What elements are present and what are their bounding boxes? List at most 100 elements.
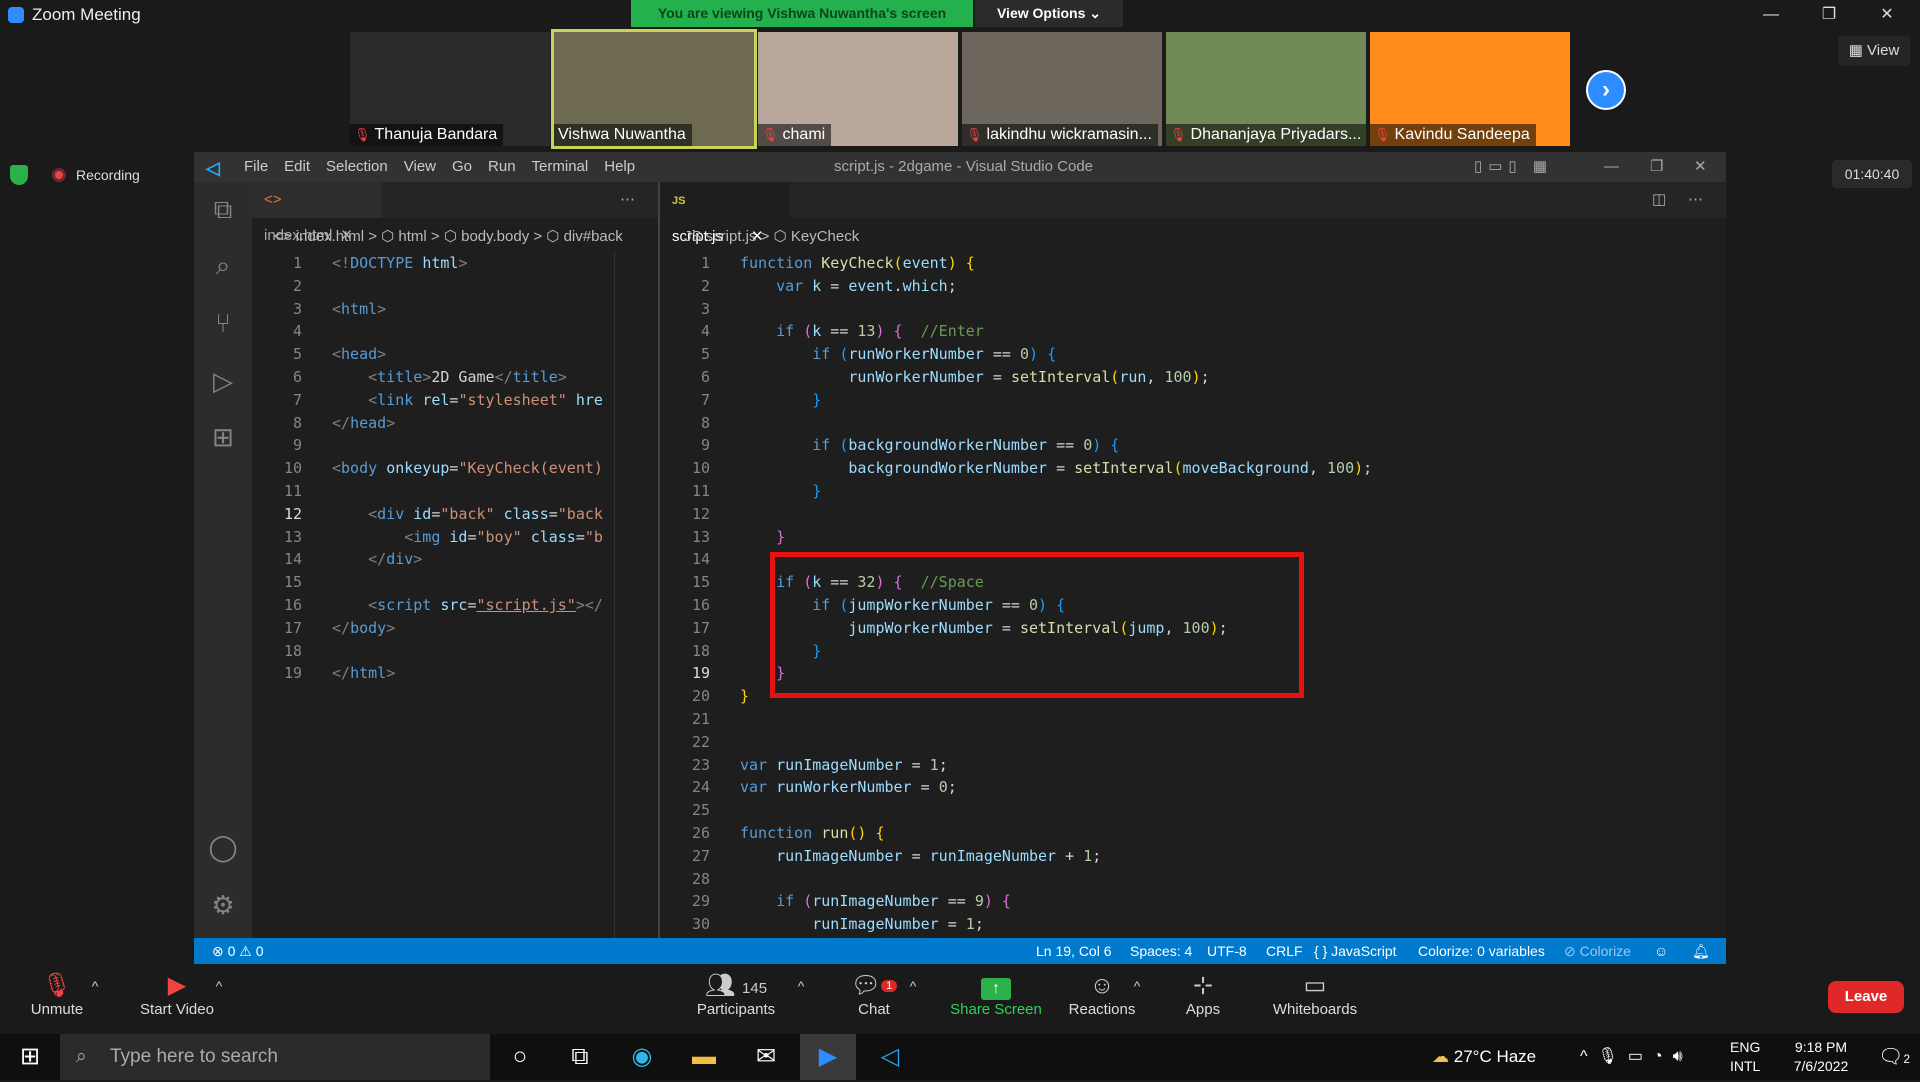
file-explorer-icon[interactable]: ▬ [676, 1034, 732, 1080]
unmute-button[interactable]: 🎙︎ Unmute [22, 971, 92, 1018]
menu-file[interactable]: File [244, 152, 268, 182]
leave-button[interactable]: Leave [1828, 981, 1904, 1013]
search-icon[interactable]: ⌕ [206, 248, 240, 282]
weather-widget[interactable]: ☁︎ 27°C Haze [1432, 1034, 1536, 1080]
code-line[interactable]: <title>2D Game</title> [332, 368, 567, 386]
layout-icons[interactable]: ▯▭▯ ▦ [1474, 152, 1553, 182]
tab-index-html[interactable]: <> index.html ✕ [252, 182, 382, 244]
participants-button[interactable]: 👥︎ 145 Participants [690, 971, 782, 1018]
mail-icon[interactable]: ✉ [738, 1034, 794, 1080]
notifications-bell-icon[interactable]: 🔔︎ [1692, 938, 1710, 964]
participant-tile[interactable]: 🎙︎ Thanuja Bandara [350, 32, 550, 146]
line-ending[interactable]: CRLF [1266, 938, 1303, 964]
code-line[interactable]: </head> [332, 414, 395, 432]
participant-tile[interactable]: 🎙︎ chami [758, 32, 958, 146]
view-options-button[interactable]: View Options ⌄ [975, 0, 1123, 27]
code-line[interactable]: <div id="back" class="back [332, 505, 603, 523]
code-line[interactable]: if (runWorkerNumber == 0) { [740, 345, 1056, 363]
code-line[interactable]: var runWorkerNumber = 0; [740, 778, 957, 796]
restore-icon[interactable]: ❐ [1804, 0, 1854, 30]
split-editor-icon[interactable]: ◫ [1640, 182, 1678, 218]
notification-center-icon[interactable]: 🗨︎2 [1866, 1034, 1920, 1080]
chat-button[interactable]: 💬︎ 1 Chat [850, 971, 898, 1018]
menu-help[interactable]: Help [604, 152, 635, 182]
code-line[interactable]: } [740, 482, 821, 500]
close-icon[interactable]: ✕ [1862, 0, 1912, 30]
code-line[interactable]: backgroundWorkerNumber = setInterval(mov… [740, 459, 1372, 477]
right-breadcrumb[interactable]: JS script.js > ⬡ KeyCheck [684, 224, 1284, 250]
apps-button[interactable]: ⊹ Apps [1180, 971, 1226, 1018]
code-line[interactable]: </html> [332, 664, 395, 682]
system-tray-icons[interactable]: ^🎙︎▭◔🔊︎ [1580, 1034, 1693, 1080]
code-line[interactable]: <link rel="stylesheet" hre [332, 391, 603, 409]
taskbar-search-box[interactable]: ⌕ Type here to search [60, 1034, 490, 1080]
participant-tile[interactable]: 🎙︎ Kavindu Sandeepa [1370, 32, 1570, 146]
more-actions-icon[interactable]: ⋯ [1676, 182, 1715, 218]
code-line[interactable]: runImageNumber = runImageNumber + 1; [740, 847, 1101, 865]
start-video-button[interactable]: ▶︎ Start Video [132, 971, 222, 1018]
vscode-max-icon[interactable]: ❐ [1650, 152, 1663, 182]
code-line[interactable]: } [740, 391, 821, 409]
participant-tile[interactable]: Vishwa Nuwantha [551, 29, 757, 149]
code-line[interactable]: var k = event.which; [740, 277, 957, 295]
cortana-icon[interactable]: ○ [492, 1034, 548, 1080]
vscode-min-icon[interactable]: — [1604, 152, 1619, 182]
language-mode[interactable]: { } JavaScript [1314, 938, 1397, 964]
view-button[interactable]: ▦ View [1838, 36, 1910, 66]
code-line[interactable]: <!DOCTYPE html> [332, 254, 467, 272]
colorize-variables[interactable]: Colorize: 0 variables [1418, 938, 1545, 964]
minimize-icon[interactable]: — [1746, 0, 1796, 30]
indent-spaces[interactable]: Spaces: 4 [1130, 938, 1192, 964]
participant-tile[interactable]: 🎙︎ Dhananjaya Priyadars... [1166, 32, 1366, 146]
input-language[interactable]: ENG INTL [1730, 1038, 1760, 1076]
menu-edit[interactable]: Edit [284, 152, 310, 182]
colorize-toggle[interactable]: ⊘ Colorize [1564, 938, 1631, 964]
share-screen-button[interactable]: ↑ Share Screen [944, 971, 1048, 1018]
participant-tile[interactable]: 🎙︎ lakindhu wickramasin... [962, 32, 1162, 146]
problems-indicator[interactable]: ⊗ 0 ⚠ 0 [212, 938, 264, 964]
reactions-button[interactable]: ☺ Reactions [1066, 971, 1138, 1018]
windows-start-icon[interactable]: ⊞ [2, 1034, 58, 1080]
code-line[interactable]: <html> [332, 300, 386, 318]
extensions-icon[interactable]: ⊞ [206, 420, 240, 454]
audio-options-caret-icon[interactable]: ^ [88, 971, 102, 1001]
video-options-caret-icon[interactable]: ^ [212, 971, 226, 1001]
account-icon[interactable]: ◯ [206, 830, 240, 864]
vscode-close-icon[interactable]: ✕ [1694, 152, 1707, 182]
code-line[interactable]: if (k == 13) { //Enter [740, 322, 984, 340]
code-line[interactable]: <body onkeyup="KeyCheck(event) [332, 459, 603, 477]
zoom-taskbar-icon[interactable]: ▶︎ [800, 1034, 856, 1080]
menu-selection[interactable]: Selection [326, 152, 388, 182]
code-line[interactable]: <img id="boy" class="b [332, 528, 603, 546]
menu-terminal[interactable]: Terminal [532, 152, 589, 182]
settings-gear-icon[interactable]: ⚙ [206, 888, 240, 922]
left-breadcrumb[interactable]: <> index.html > ⬡ html > ⬡ body.body > ⬡… [274, 224, 660, 250]
code-line[interactable]: if (runImageNumber == 9) { [740, 892, 1011, 910]
code-line[interactable]: runImageNumber = 1; [740, 915, 984, 933]
source-control-icon[interactable]: ⑂ [206, 306, 240, 340]
clock[interactable]: 9:18 PM 7/6/2022 [1776, 1038, 1866, 1076]
cursor-position[interactable]: Ln 19, Col 6 [1036, 938, 1112, 964]
explorer-icon[interactable]: ⧉ [206, 192, 240, 226]
participants-caret-icon[interactable]: ^ [794, 971, 808, 1001]
code-line[interactable]: runWorkerNumber = setInterval(run, 100); [740, 368, 1209, 386]
vscode-taskbar-icon[interactable]: ◁ [862, 1034, 918, 1080]
code-line[interactable]: </body> [332, 619, 395, 637]
code-line[interactable]: } [740, 687, 749, 705]
code-line[interactable]: if (backgroundWorkerNumber == 0) { [740, 436, 1119, 454]
code-line[interactable]: <head> [332, 345, 386, 363]
menu-view[interactable]: View [404, 152, 436, 182]
edge-browser-icon[interactable]: ◉ [614, 1034, 670, 1080]
code-line[interactable]: function KeyCheck(event) { [740, 254, 975, 272]
run-debug-icon[interactable]: ▷ [206, 364, 240, 398]
more-actions-icon[interactable]: ⋯ [608, 182, 647, 218]
tab-script-js[interactable]: JS script.js ✕ [660, 182, 790, 245]
encoding[interactable]: UTF-8 [1207, 938, 1247, 964]
left-editor[interactable]: 1 <!DOCTYPE html> 2 3 <html> 4 5 <head> 6 <title… [252, 252, 652, 938]
task-view-icon[interactable]: ⧉ [552, 1034, 608, 1080]
code-line[interactable]: <script src="script.js"></ [332, 596, 603, 614]
chat-caret-icon[interactable]: ^ [906, 971, 920, 1001]
menu-go[interactable]: Go [452, 152, 472, 182]
next-page-arrow-icon[interactable]: › [1586, 70, 1626, 110]
whiteboards-button[interactable]: ▭ Whiteboards [1268, 971, 1362, 1018]
